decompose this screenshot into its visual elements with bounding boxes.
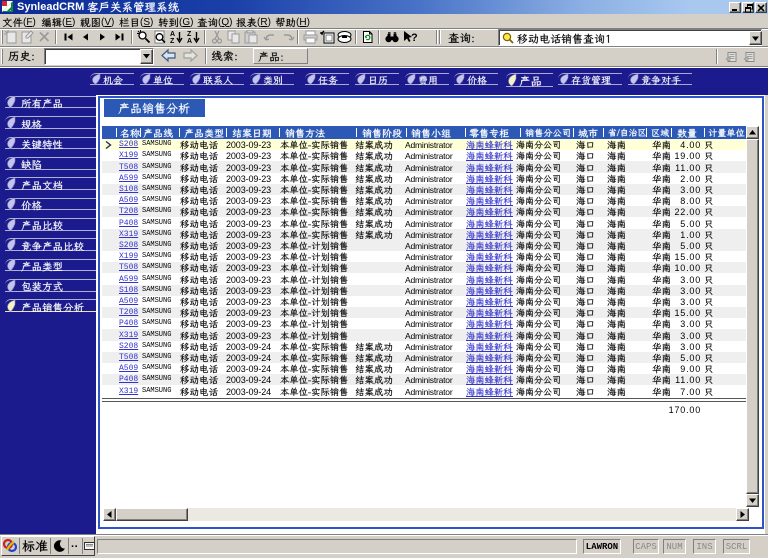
svg-text:Z: Z	[170, 38, 175, 44]
svg-text:A: A	[170, 31, 175, 38]
svg-text:?: ?	[411, 32, 418, 44]
svg-text:Z: Z	[187, 31, 192, 38]
svg-text:A: A	[187, 38, 192, 44]
